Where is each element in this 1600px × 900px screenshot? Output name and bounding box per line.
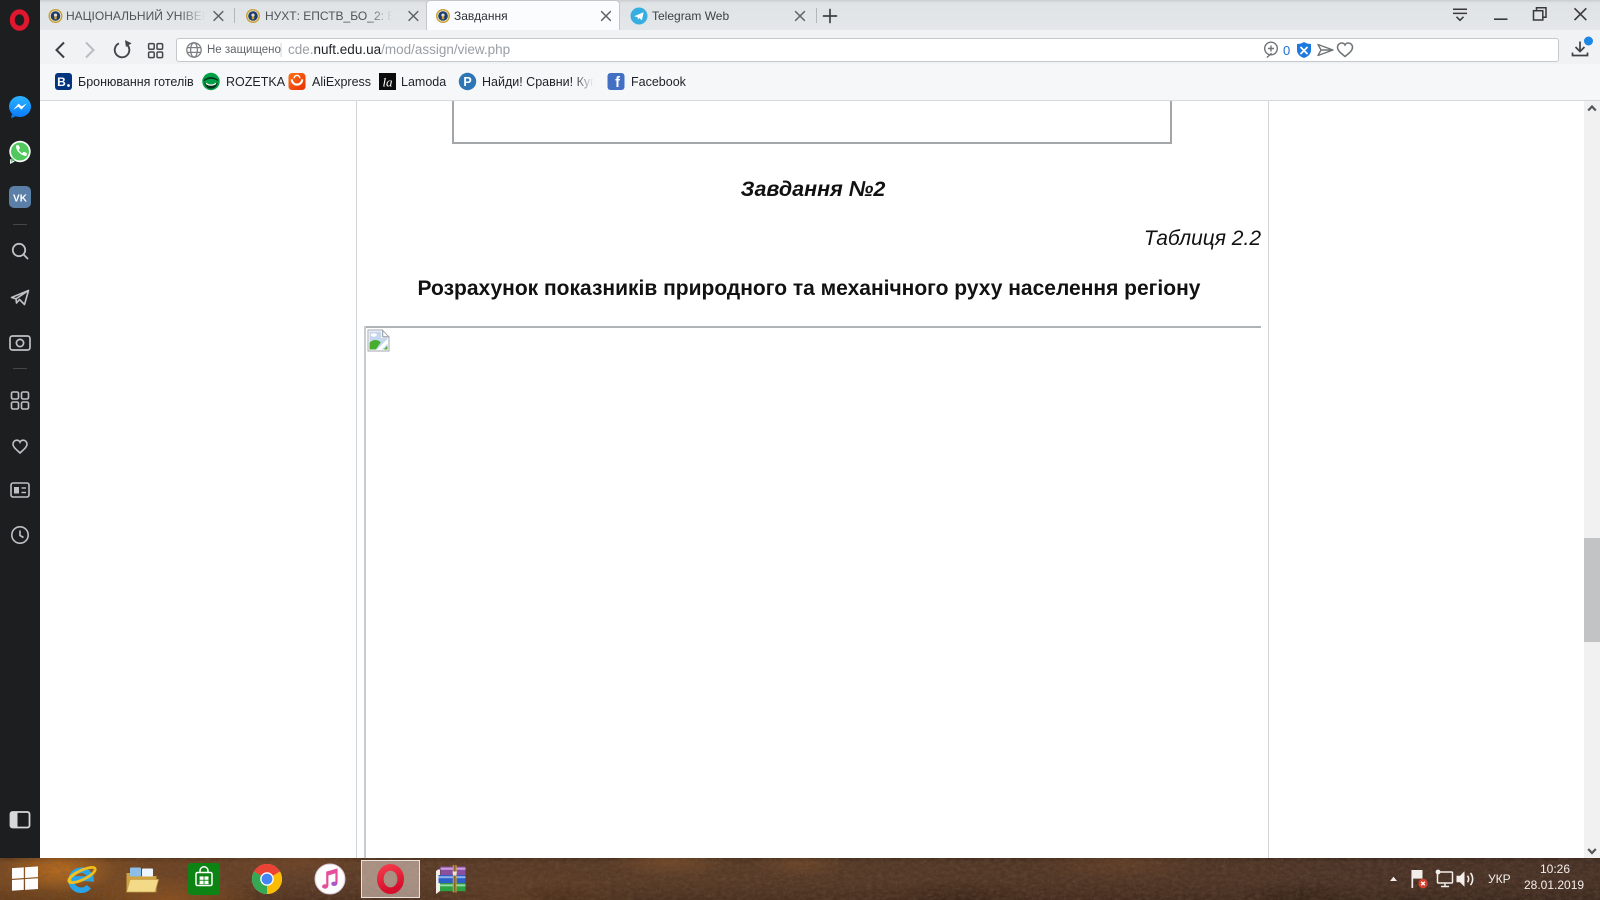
svg-text:VK: VK: [13, 194, 28, 205]
svg-text:B: B: [57, 75, 66, 89]
svg-text:P: P: [463, 75, 471, 89]
svg-text:la: la: [382, 75, 393, 90]
svg-text:f: f: [615, 75, 620, 91]
